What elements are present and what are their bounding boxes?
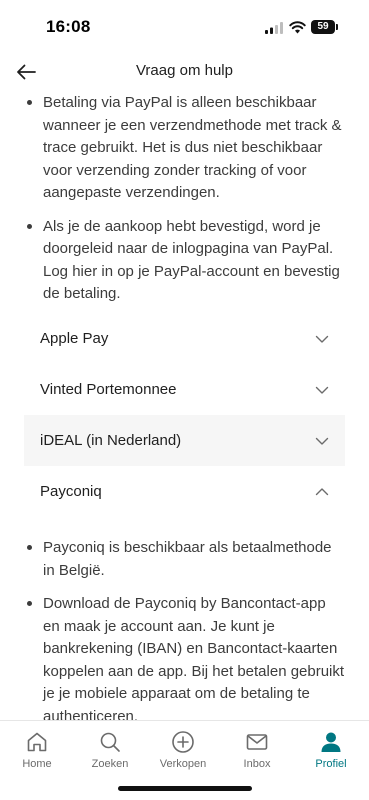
- profile-icon: [321, 732, 341, 752]
- status-time: 16:08: [46, 17, 91, 36]
- tab-label: Verkopen: [159, 758, 207, 770]
- battery-icon: 59: [311, 20, 338, 34]
- accordion-item-vinted-portemonnee[interactable]: Vinted Portemonnee: [24, 364, 345, 415]
- home-indicator: [118, 786, 252, 791]
- list-item: Download de Payconiq by Bancontact-app e…: [26, 593, 345, 720]
- battery-level: 59: [311, 20, 335, 34]
- wifi-icon: [289, 21, 306, 34]
- chevron-down-icon: [315, 335, 329, 343]
- tab-label: Inbox: [243, 758, 271, 770]
- accordion-item-apple-pay[interactable]: Apple Pay: [24, 313, 345, 364]
- tab-label: Zoeken: [91, 758, 129, 770]
- accordion-item-label: Payconiq: [40, 483, 102, 500]
- tab-label: Home: [22, 758, 52, 770]
- cellular-signal-icon: [265, 22, 283, 34]
- chevron-up-icon: [315, 487, 329, 495]
- tab-profiel[interactable]: Profiel: [300, 729, 362, 775]
- page-title: Vraag om hulp: [135, 62, 233, 79]
- payment-methods-accordion: Apple Pay Vinted Portemonnee iDEAL (in N…: [24, 313, 345, 517]
- tab-verkopen[interactable]: Verkopen: [152, 729, 214, 775]
- payconiq-info-list: Payconiq is beschikbaar als betaalmethod…: [0, 537, 369, 720]
- list-item: Als je de aankoop hebt bevestigd, word j…: [26, 216, 345, 306]
- tab-label: Profiel: [315, 758, 347, 770]
- plus-circle-icon: [172, 731, 194, 753]
- chevron-down-icon: [315, 437, 329, 445]
- header: Vraag om hulp: [0, 54, 369, 90]
- accordion-item-payconiq[interactable]: Payconiq: [24, 466, 345, 517]
- status-bar: 16:08 59: [0, 0, 369, 54]
- home-icon: [27, 732, 47, 752]
- accordion-item-ideal[interactable]: iDEAL (in Nederland): [24, 415, 345, 466]
- accordion-item-label: iDEAL (in Nederland): [40, 432, 182, 449]
- list-item: Betaling via PayPal is alleen beschikbaa…: [26, 92, 345, 205]
- mail-icon: [246, 734, 268, 750]
- accordion-item-label: Apple Pay: [40, 330, 109, 347]
- tab-zoeken[interactable]: Zoeken: [79, 729, 141, 775]
- list-item: Payconiq is beschikbaar als betaalmethod…: [26, 537, 345, 582]
- help-article-content[interactable]: Betaling via PayPal is alleen beschikbaa…: [0, 90, 369, 720]
- tab-home[interactable]: Home: [6, 729, 68, 775]
- tab-inbox[interactable]: Inbox: [226, 729, 288, 775]
- search-icon: [100, 732, 120, 752]
- accordion-item-label: Vinted Portemonnee: [40, 381, 177, 398]
- paypal-info-list: Betaling via PayPal is alleen beschikbaa…: [0, 92, 369, 306]
- chevron-down-icon: [315, 386, 329, 394]
